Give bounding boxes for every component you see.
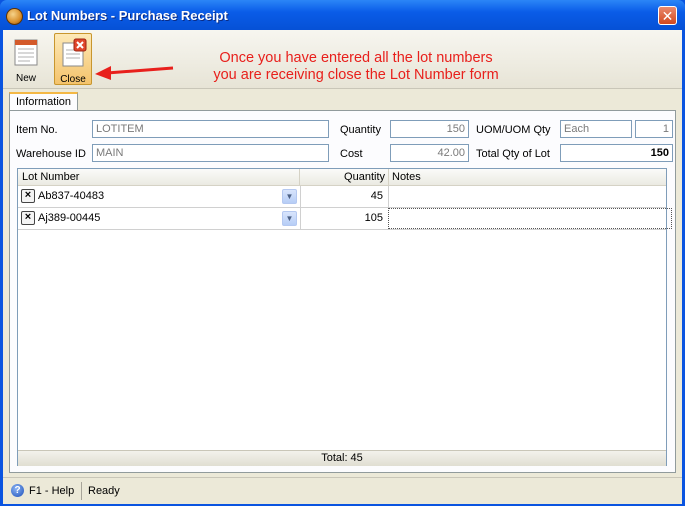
quantity-label: Quantity xyxy=(340,124,381,136)
window-close-button[interactable]: ✕ xyxy=(658,6,677,25)
new-button[interactable]: New xyxy=(7,33,45,85)
column-header-notes[interactable]: Notes xyxy=(392,170,421,184)
item-no-field[interactable]: LOTITEM xyxy=(92,120,329,138)
help-icon: ? xyxy=(11,484,24,497)
close-document-icon xyxy=(62,38,87,67)
status-divider xyxy=(81,482,82,500)
window-title: Lot Numbers - Purchase Receipt xyxy=(27,8,228,23)
close-button[interactable]: Close xyxy=(54,33,92,85)
warehouse-id-field[interactable]: MAIN xyxy=(92,144,329,162)
total-qty-field[interactable]: 150 xyxy=(560,144,673,162)
lot-number-cell[interactable]: Ab837-40483 xyxy=(38,190,104,202)
notes-cell[interactable] xyxy=(388,208,672,229)
cost-label: Cost xyxy=(340,148,363,160)
item-no-label: Item No. xyxy=(16,124,58,136)
new-button-label: New xyxy=(15,73,36,84)
status-bar: ? F1 - Help Ready xyxy=(3,477,682,504)
delete-row-icon[interactable]: × xyxy=(21,189,35,203)
app-icon xyxy=(6,8,23,25)
cost-field[interactable]: 42.00 xyxy=(390,144,469,162)
column-header-lot-number[interactable]: Lot Number xyxy=(22,170,79,184)
title-bar: Lot Numbers - Purchase Receipt ✕ xyxy=(0,0,685,30)
quantity-cell[interactable]: 45 xyxy=(300,186,387,207)
new-document-icon xyxy=(14,39,38,66)
instruction-annotation: Once you have entered all the lot number… xyxy=(166,50,546,84)
total-qty-label: Total Qty of Lot xyxy=(476,148,550,160)
tab-information[interactable]: Information xyxy=(9,92,78,111)
toolbar: New Close Once you have entered all the … xyxy=(3,30,682,89)
close-button-label: Close xyxy=(60,74,86,85)
status-text: Ready xyxy=(88,485,120,497)
help-hint: F1 - Help xyxy=(29,485,75,497)
table-row[interactable]: × Aj389-00445 ▼ 105 xyxy=(18,208,672,229)
column-divider xyxy=(388,169,389,185)
uom-qty-field[interactable]: 1 xyxy=(635,120,673,138)
quantity-cell[interactable]: 105 xyxy=(300,208,387,229)
chevron-down-icon[interactable]: ▼ xyxy=(282,189,297,204)
warehouse-id-label: Warehouse ID xyxy=(16,148,86,160)
annotation-line-2: you are receiving close the Lot Number f… xyxy=(213,67,499,83)
red-arrow-icon xyxy=(95,66,174,80)
delete-row-icon[interactable]: × xyxy=(21,211,35,225)
quantity-field[interactable]: 150 xyxy=(390,120,469,138)
information-panel: Item No. LOTITEM Warehouse ID MAIN Quant… xyxy=(9,110,676,473)
annotation-line-1: Once you have entered all the lot number… xyxy=(219,50,493,66)
grid-header: Lot Number Quantity Notes xyxy=(18,169,666,186)
window-client-area: New Close Once you have entered all the … xyxy=(3,30,682,504)
lot-number-cell[interactable]: Aj389-00445 xyxy=(38,212,100,224)
lot-numbers-window: Lot Numbers - Purchase Receipt ✕ New Clo… xyxy=(0,0,685,506)
table-row[interactable]: × Ab837-40483 ▼ 45 xyxy=(18,186,666,207)
grid-total-footer: Total: 45 xyxy=(18,450,666,466)
notes-cell[interactable] xyxy=(388,186,672,207)
uom-field[interactable]: Each xyxy=(560,120,632,138)
column-header-quantity[interactable]: Quantity xyxy=(300,170,385,184)
row-divider xyxy=(18,229,666,230)
chevron-down-icon[interactable]: ▼ xyxy=(282,211,297,226)
lot-number-grid: Lot Number Quantity Notes × Ab837-40483 … xyxy=(17,168,672,466)
uom-label: UOM/UOM Qty xyxy=(476,124,551,136)
